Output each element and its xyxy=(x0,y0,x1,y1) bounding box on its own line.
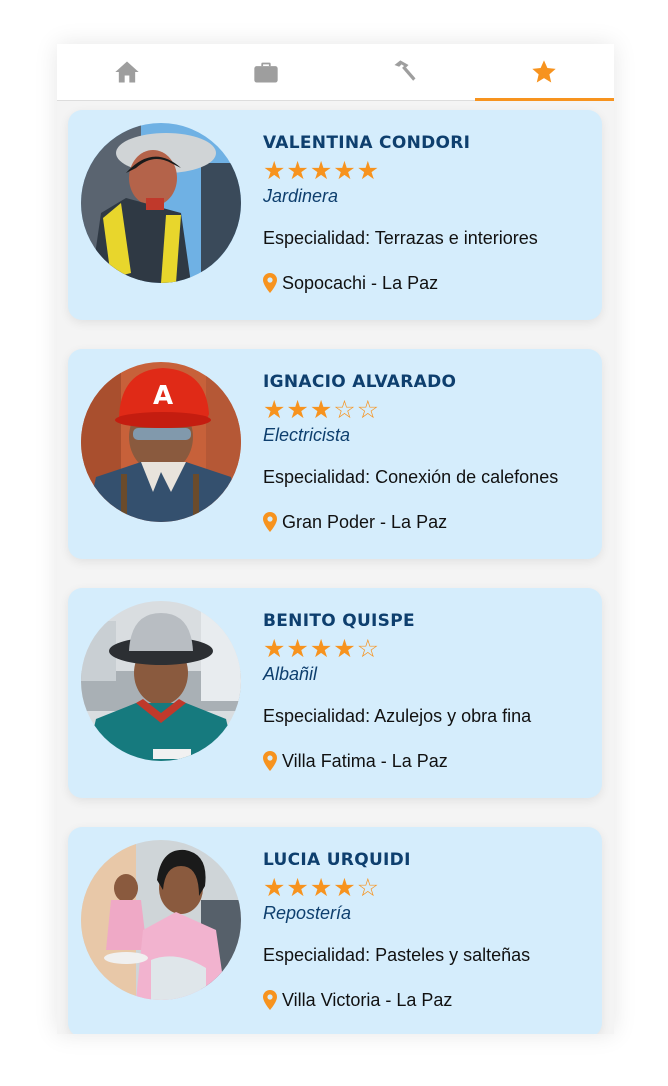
tab-home[interactable] xyxy=(57,44,196,100)
location-text: Gran Poder - La Paz xyxy=(282,512,448,532)
worker-specialty: Especialidad: Azulejos y obra fina xyxy=(263,706,532,726)
home-icon xyxy=(114,61,139,83)
worker-name: LUCIA URQUIDI xyxy=(263,850,411,870)
location-pin-icon xyxy=(263,751,277,771)
avatar: A xyxy=(81,362,241,522)
worker-role: Repostería xyxy=(263,903,352,923)
hammer-icon xyxy=(394,60,416,81)
worker-card[interactable]: VALENTINA CONDORI ★★★★★ Jardinera Especi… xyxy=(68,110,602,320)
worker-photo xyxy=(81,840,241,1000)
location-text: Sopocachi - La Paz xyxy=(282,273,439,293)
star-icon xyxy=(532,60,557,83)
worker-location: Sopocachi - La Paz xyxy=(263,272,592,294)
worker-role: Albañil xyxy=(263,664,318,684)
worker-location: Villa Fatima - La Paz xyxy=(263,750,592,772)
worker-specialty: Especialidad: Pasteles y salteñas xyxy=(263,945,531,965)
worker-specialty: Especialidad: Terrazas e interiores xyxy=(263,228,538,248)
worker-location: Villa Victoria - La Paz xyxy=(263,989,592,1011)
worker-card[interactable]: BENITO QUISPE ★★★★☆ Albañil Especialidad… xyxy=(68,588,602,798)
briefcase-icon xyxy=(254,62,278,83)
avatar xyxy=(81,840,241,1000)
tab-jobs[interactable] xyxy=(196,44,335,100)
tab-favorites[interactable] xyxy=(474,44,614,101)
location-text: Villa Victoria - La Paz xyxy=(282,990,453,1010)
location-text: Villa Fatima - La Paz xyxy=(282,751,448,771)
worker-photo: A xyxy=(81,362,241,522)
worker-card[interactable]: LUCIA URQUIDI ★★★★☆ Repostería Especiali… xyxy=(68,827,602,1034)
location-pin-icon xyxy=(263,273,277,293)
worker-specialty: Especialidad: Conexión de calefones xyxy=(263,467,559,487)
worker-role: Electricista xyxy=(263,425,351,445)
worker-name: BENITO QUISPE xyxy=(263,611,415,631)
rating-stars: ★★★★☆ xyxy=(263,874,381,902)
rating-stars: ★★★★★ xyxy=(263,157,381,185)
rating-stars: ★★★☆☆ xyxy=(263,396,381,424)
worker-name: IGNACIO ALVARADO xyxy=(263,372,457,392)
worker-role: Jardinera xyxy=(263,186,339,206)
worker-card[interactable]: A IGNACIO ALVARADO ★★★☆☆ Electricista Es… xyxy=(68,349,602,559)
worker-list: VALENTINA CONDORI ★★★★★ Jardinera Especi… xyxy=(68,110,602,1034)
rating-stars: ★★★★☆ xyxy=(263,635,381,663)
app-screen: VALENTINA CONDORI ★★★★★ Jardinera Especi… xyxy=(57,44,614,1034)
worker-photo xyxy=(81,601,241,761)
worker-location: Gran Poder - La Paz xyxy=(263,511,592,533)
avatar xyxy=(81,601,241,761)
svg-text:A: A xyxy=(153,381,173,411)
tab-tools[interactable] xyxy=(336,44,475,100)
location-pin-icon xyxy=(263,512,277,532)
tab-bar xyxy=(57,44,614,101)
location-pin-icon xyxy=(263,990,277,1010)
worker-name: VALENTINA CONDORI xyxy=(263,133,471,153)
avatar xyxy=(81,123,241,283)
worker-photo xyxy=(81,123,241,283)
